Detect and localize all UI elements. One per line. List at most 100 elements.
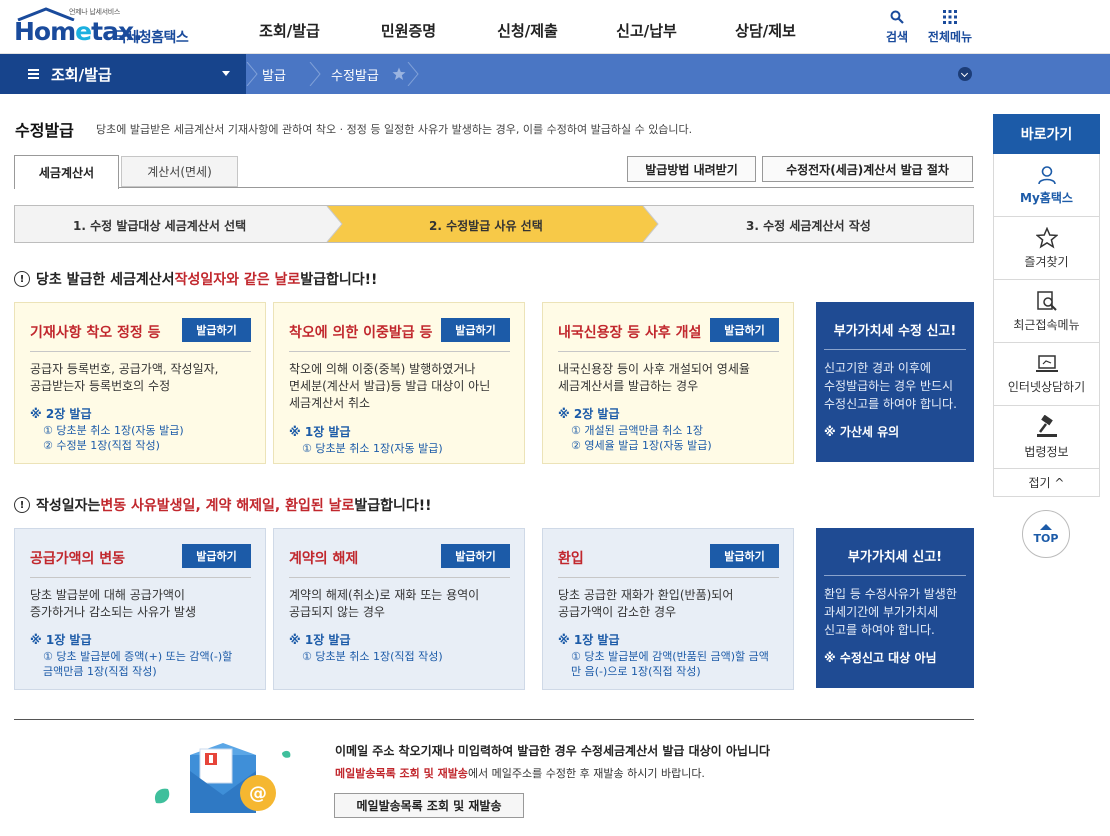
all-menu-button[interactable]: 전체메뉴 — [925, 8, 975, 45]
step-2: 2. 수정발급 사유 선택 — [429, 219, 543, 233]
tab-divider — [14, 187, 974, 188]
hometax-logo[interactable]: 언제나 납세서비스 Hometax. 국세청홈택스 — [14, 7, 204, 49]
favorite-star-icon[interactable] — [392, 67, 406, 81]
location-bar: 조회/발급 발급 수정발급 — [0, 54, 1110, 94]
card-count: ※ 1장 발급 — [289, 425, 351, 439]
card-sub-1: ① 당초 발급분에 증액(+) 또는 감액(-)할 — [43, 650, 233, 663]
card-sub-1: ① 당초분 취소 1장(자동 발급) — [43, 424, 184, 437]
notice-title: 부가가치세 수정 신고! — [833, 324, 957, 339]
mail-resend-button[interactable]: 메일발송목록 조회 및 재발송 — [334, 793, 524, 818]
card-title: 착오에 의한 이중발급 등 — [289, 325, 433, 341]
crumb-separator-icon — [407, 62, 419, 86]
issue-button[interactable]: 발급하기 — [441, 318, 510, 342]
breadcrumb-correction[interactable]: 수정발급 — [331, 54, 379, 94]
card-sub-1: ① 당초 발급분에 감액(반품된 금액)할 금액 — [571, 650, 769, 663]
card-description: 공급자 등록번호, 공급가액, 작성일자, 공급받는자 등록번호의 수정 — [30, 362, 219, 393]
menu-select[interactable]: 조회/발급 — [0, 54, 246, 94]
notice-note: ※ 가산세 유의 — [824, 425, 900, 439]
card-title: 계약의 해제 — [289, 551, 359, 567]
notice-note: ※ 수정신고 대상 아님 — [824, 651, 937, 665]
step-3: 3. 수정 세금계산서 작성 — [746, 219, 871, 233]
notice-description: 환입 등 수정사유가 발생한 과세기간에 부가가치세 신고를 하여야 합니다. — [824, 587, 957, 637]
card-count: ※ 1장 발급 — [30, 633, 92, 647]
card-duplicate-issue: 착오에 의한 이중발급 등 발급하기 착오에 의해 이중(중복) 발행하였거나 면… — [273, 302, 525, 464]
vat-amend-notice: 부가가치세 수정 신고! 신고기한 경과 이후에 수정발급하는 경우 반드시 수정신… — [816, 302, 974, 462]
notice-title: 부가가치세 신고! — [847, 550, 943, 565]
quick-online-consult[interactable]: 인터넷상담하기 — [993, 343, 1100, 406]
quick-law-info[interactable]: 법령정보 — [993, 406, 1100, 469]
section1-heading: ! 당초 발급한 세금계산서 작성일자와 같은 날로 발급합니다!! — [14, 269, 377, 289]
logo-tagline: 언제나 납세서비스 — [69, 8, 121, 16]
card-supply-change: 공급가액의 변동 발급하기 당초 발급분에 대해 공급가액이 증가하거나 감소되는… — [14, 528, 266, 690]
crumb-separator-icon — [309, 62, 321, 86]
gnb-item-apply[interactable]: 신청/제출 — [468, 20, 587, 41]
step-1: 1. 수정 발급대상 세금계산서 선택 — [73, 219, 247, 233]
step-indicator: 1. 수정 발급대상 세금계산서 선택 2. 수정발급 사유 선택 3. 수정 … — [14, 205, 974, 243]
search-button[interactable]: 검색 — [872, 8, 922, 45]
logo-korean: 국세청홈택스 — [114, 30, 189, 46]
card-sub-1: ① 개설된 금액만큼 취소 1장 — [571, 424, 704, 437]
email-notice-title: 이메일 주소 착오기재나 미입력하여 발급한 경우 수정세금계산서 발급 대상이… — [335, 744, 771, 758]
card-sub-2: 만 음(-)으로 1장(직접 작성) — [571, 665, 701, 678]
laptop-icon — [1035, 354, 1058, 372]
issue-button[interactable]: 발급하기 — [182, 544, 251, 568]
gnb-item-certificate[interactable]: 민원증명 — [349, 20, 468, 41]
tab-tax-invoice[interactable]: 세금계산서 — [14, 155, 119, 189]
vat-report-notice: 부가가치세 신고! 환입 등 수정사유가 발생한 과세기간에 부가가치세 신고를 하… — [816, 528, 974, 688]
expand-chevron-icon[interactable] — [958, 67, 972, 81]
grid-icon — [943, 10, 957, 24]
quick-my-hometax[interactable]: My홈택스 — [993, 154, 1100, 217]
arrow-up-icon — [1040, 523, 1052, 530]
card-count: ※ 1장 발급 — [289, 633, 351, 647]
section2-heading: ! 작성일자는 변동 사유발생일, 계약 해제일, 환입된 날로 발급합니다!! — [14, 495, 432, 515]
gnb-item-inquiry[interactable]: 조회/발급 — [230, 20, 349, 41]
card-description: 착오에 의해 이중(중복) 발행하였거나 면세분(계산서 발급)등 발급 대상이 … — [289, 362, 491, 410]
star-icon — [1035, 226, 1058, 248]
card-title: 내국신용장 등 사후 개설 — [558, 325, 702, 341]
issue-button[interactable]: 발급하기 — [182, 318, 251, 342]
card-count: ※ 2장 발급 — [30, 407, 92, 421]
top-header: 언제나 납세서비스 Hometax. 국세청홈택스 조회/발급 민원증명 신청/… — [0, 0, 1110, 54]
menu-select-label: 조회/발급 — [51, 65, 112, 84]
search-label: 검색 — [885, 30, 909, 44]
bottom-divider — [14, 719, 974, 720]
card-sub-2: ② 수정분 1장(직접 작성) — [43, 439, 160, 452]
card-title: 기재사항 착오 정정 등 — [30, 325, 161, 341]
issue-button[interactable]: 발급하기 — [710, 318, 779, 342]
scroll-top-button[interactable]: TOP — [1022, 510, 1070, 558]
email-envelope-icon: @ — [154, 743, 291, 813]
card-count: ※ 1장 발급 — [558, 633, 620, 647]
quick-favorites[interactable]: 즐겨찾기 — [993, 217, 1100, 280]
card-title: 공급가액의 변동 — [30, 551, 126, 567]
procedure-button[interactable]: 수정전자(세금)계산서 발급 절차 — [762, 156, 973, 182]
card-return: 환입 발급하기 당초 공급한 재화가 환입(반품)되어 공급가액이 감소한 경우 … — [542, 528, 794, 690]
hamburger-icon — [28, 67, 39, 81]
card-description: 당초 발급분에 대해 공급가액이 증가하거나 감소되는 사유가 발생 — [30, 588, 197, 619]
card-sub-1: ① 당초분 취소 1장(직접 작성) — [302, 650, 443, 663]
card-local-lc: 내국신용장 등 사후 개설 발급하기 내국신용장 등이 사후 개설되어 영세율 세… — [542, 302, 794, 464]
quick-menu-collapse[interactable]: 접기 ^ — [993, 469, 1100, 497]
exclamation-icon: ! — [14, 271, 30, 287]
caret-down-icon — [222, 71, 230, 76]
issue-button[interactable]: 발급하기 — [441, 544, 510, 568]
quick-recent-menu[interactable]: 최근접속메뉴 — [993, 280, 1100, 343]
tab-invoice-exempt[interactable]: 계산서(면세) — [121, 156, 238, 187]
page-title: 수정발급 — [15, 121, 74, 140]
card-description: 내국신용장 등이 사후 개설되어 영세율 세금계산서를 발급하는 경우 — [558, 362, 750, 393]
card-title: 환입 — [558, 551, 584, 567]
gnb-item-report[interactable]: 신고/납부 — [587, 20, 706, 41]
page-description: 당초에 발급받은 세금계산서 기재사항에 관하여 착오 · 정정 등 일정한 사… — [96, 123, 693, 136]
breadcrumb-issue[interactable]: 발급 — [262, 54, 286, 94]
card-sub-2: ② 영세율 발급 1장(자동 발급) — [571, 439, 712, 452]
global-nav: 조회/발급 민원증명 신청/제출 신고/납부 상담/제보 — [230, 20, 825, 41]
download-guide-button[interactable]: 발급방법 내려받기 — [627, 156, 756, 182]
card-count: ※ 2장 발급 — [558, 407, 620, 421]
quick-menu: 바로가기 My홈택스 즐겨찾기 최근접속메뉴 인터넷상담하기 법령정보 접기 ^ — [993, 114, 1100, 497]
notice-description: 신고기한 경과 이후에 수정발급하는 경우 반드시 수정신고를 하여야 합니다. — [824, 361, 957, 411]
crumb-separator-icon — [246, 62, 258, 86]
gnb-item-consult[interactable]: 상담/제보 — [706, 20, 825, 41]
issue-button[interactable]: 발급하기 — [710, 544, 779, 568]
all-menu-label: 전체메뉴 — [927, 30, 973, 44]
card-description: 계약의 해제(취소)로 재화 또는 용역이 공급되지 않는 경우 — [289, 588, 480, 619]
exclamation-icon: ! — [14, 497, 30, 513]
